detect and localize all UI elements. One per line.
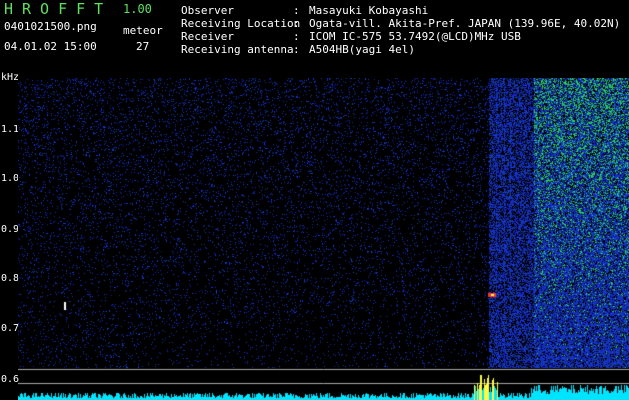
y-tick-label: 0.8 <box>1 273 20 284</box>
spectrogram-canvas <box>18 78 629 400</box>
info-row-location: Receiving Location: Ogata-vill. Akita-Pre… <box>181 17 621 30</box>
info-row-observer: Observer: Masayuki Kobayashi <box>181 4 429 17</box>
y-tick-label: 0.7 <box>1 323 20 334</box>
station-info: Observer: Masayuki Kobayashi Receiving Lo… <box>181 4 620 56</box>
app-version: 1.00 <box>123 2 152 16</box>
y-tick-label: 1.1 <box>1 124 20 135</box>
datetime-label: 04.01.02 15:00 <box>4 40 97 53</box>
filename-label: 0401021500.png <box>4 20 97 33</box>
app-title: HROFFT <box>4 0 113 18</box>
meteor-label: meteor <box>123 24 163 37</box>
y-tick-label: 0.9 <box>1 224 20 235</box>
y-tick-label: 0.6 <box>1 374 20 385</box>
meteor-count: 27 <box>136 40 150 53</box>
info-row-antenna: Receiving antenna: A504HB(yagi 4el) <box>181 43 415 56</box>
info-row-receiver: Receiver: ICOM IC-575 53.7492(@LCD)MHz US… <box>181 30 521 43</box>
y-axis-unit: kHz <box>1 72 20 83</box>
y-tick-label: 1.0 <box>1 173 20 184</box>
